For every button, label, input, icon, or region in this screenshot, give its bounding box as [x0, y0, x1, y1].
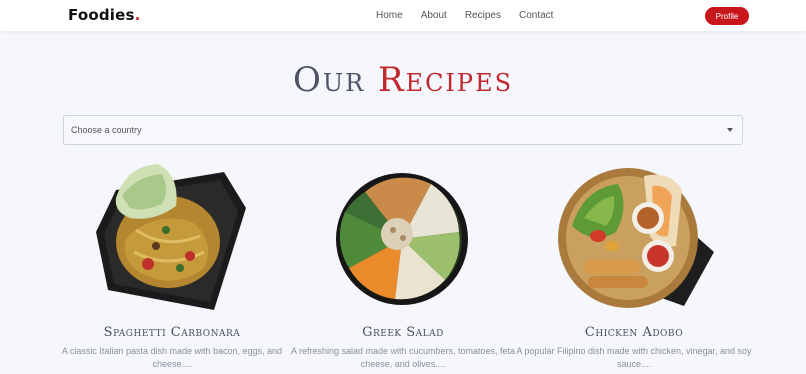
recipe-image-chicken-adobo	[558, 168, 714, 308]
recipe-card[interactable]: Greek Salad A refreshing salad made with…	[283, 160, 523, 374]
page-title-word-2: Recipes	[377, 60, 514, 100]
recipe-description: A popular Filipino dish made with chicke…	[516, 346, 752, 369]
brand-logo[interactable]: Foodies.	[68, 6, 141, 24]
nav-link-contact[interactable]: Contact	[519, 10, 553, 21]
recipe-description: A classic Italian pasta dish made with b…	[61, 346, 283, 369]
page-title-word-1: Our	[292, 60, 366, 100]
recipe-name: Chicken Adobo	[584, 325, 684, 340]
brand-name: Foodies	[68, 6, 135, 24]
recipe-description: A refreshing salad made with cucumbers, …	[290, 346, 516, 369]
profile-button[interactable]: Profile	[705, 7, 749, 25]
recipe-name: Greek Salad	[362, 325, 444, 340]
page-title: Our Recipes	[0, 60, 806, 100]
country-select[interactable]: Choose a country	[63, 115, 743, 145]
recipe-image-greek-salad	[336, 173, 468, 305]
nav-links: Home About Recipes Contact	[376, 10, 571, 21]
recipe-card[interactable]: Chicken Adobo A popular Filipino dish ma…	[514, 160, 754, 374]
recipe-image-spaghetti	[96, 164, 246, 310]
navbar: Foodies. Home About Recipes Contact Prof…	[0, 0, 806, 31]
nav-link-home[interactable]: Home	[376, 10, 403, 21]
nav-link-recipes[interactable]: Recipes	[465, 10, 501, 21]
recipe-card[interactable]: Spaghetti Carbonara A classic Italian pa…	[52, 160, 292, 374]
brand-dot: .	[134, 6, 141, 24]
nav-link-about[interactable]: About	[421, 10, 447, 21]
country-select-placeholder: Choose a country	[71, 125, 142, 135]
chevron-down-icon	[727, 128, 733, 132]
recipe-name: Spaghetti Carbonara	[103, 325, 241, 340]
